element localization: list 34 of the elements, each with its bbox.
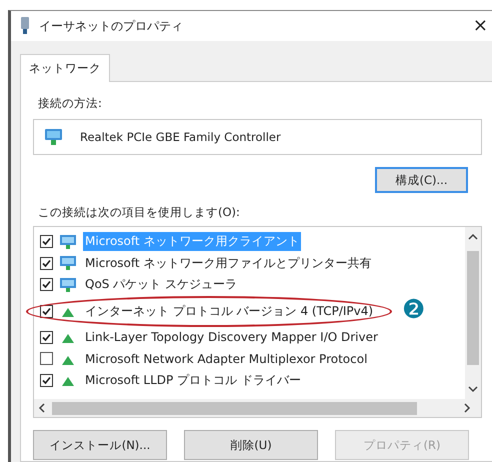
scroll-left-icon[interactable]: [38, 403, 46, 413]
step-number: ❷: [402, 297, 426, 323]
list-item[interactable]: Microsoft LLDP プロトコル ドライバー: [83, 370, 303, 390]
adapter-field: Realtek PCIe GBE Family Controller: [33, 119, 482, 155]
dialog-button[interactable]: 削除(U): [184, 430, 318, 460]
scroll-down-icon[interactable]: [468, 385, 478, 393]
list-item[interactable]: QoS パケット スケジューラ: [83, 275, 240, 294]
list-item[interactable]: Microsoft ネットワーク用ファイルとプリンター共有: [83, 254, 374, 273]
monitor-icon: [59, 234, 77, 250]
network-adapter-icon: [19, 17, 31, 35]
vertical-scrollbar[interactable]: [465, 227, 481, 399]
monitor-icon: [59, 276, 77, 293]
horizontal-scrollbar[interactable]: [34, 399, 481, 417]
section-label: この接続は次の項目を使用します(O):: [38, 205, 240, 220]
tab[interactable]: ネットワーク: [20, 54, 110, 82]
section-label: 接続の方法:: [38, 96, 102, 111]
checkbox[interactable]: [40, 304, 53, 318]
configure-button[interactable]: 構成(C)...: [375, 167, 468, 193]
list-item[interactable]: Microsoft Network Adapter Multiplexor Protocol: [83, 350, 370, 367]
checkbox[interactable]: [40, 330, 53, 344]
checkbox[interactable]: [40, 278, 53, 292]
network-adapter-icon: [44, 128, 64, 146]
scroll-right-icon[interactable]: [463, 403, 471, 413]
close-button[interactable]: ×: [472, 17, 492, 35]
list-item[interactable]: Link-Layer Topology Discovery Mapper I/O Driver: [83, 329, 380, 346]
scroll-up-icon[interactable]: [468, 233, 478, 241]
monitor-icon: [59, 255, 77, 272]
checkbox[interactable]: [40, 256, 53, 270]
checkbox[interactable]: [40, 235, 53, 248]
list-item[interactable]: インターネット プロトコル バージョン 4 (TCP/IPv4): [83, 302, 376, 320]
dialog-button[interactable]: インストール(N)...: [33, 430, 167, 460]
checkbox[interactable]: [40, 374, 53, 387]
checkbox[interactable]: [40, 352, 53, 366]
window-title: イーサネットのプロパティ: [39, 18, 184, 34]
